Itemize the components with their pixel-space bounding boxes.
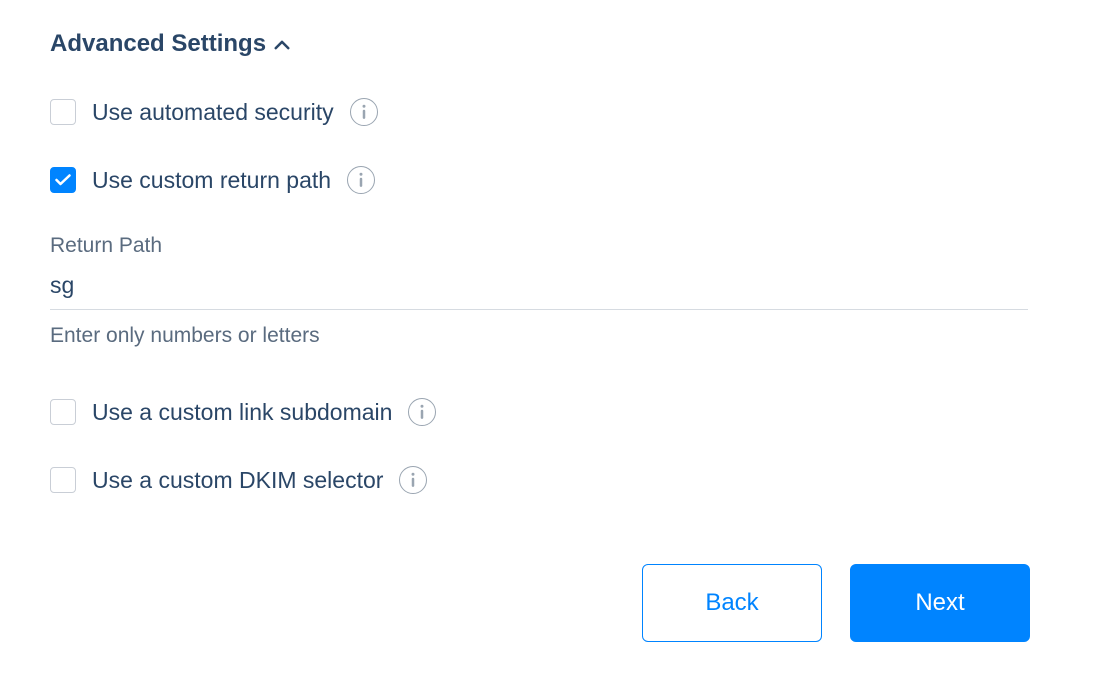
return-path-label: Return Path	[50, 234, 1066, 258]
custom-return-path-label: Use custom return path	[92, 167, 331, 194]
return-path-hint: Enter only numbers or letters	[50, 324, 1066, 348]
return-path-field: Return Path Enter only numbers or letter…	[50, 234, 1066, 348]
advanced-settings-toggle[interactable]: Advanced Settings	[50, 30, 1066, 58]
custom-return-path-checkbox[interactable]	[50, 167, 76, 193]
custom-link-subdomain-checkbox[interactable]	[50, 399, 76, 425]
custom-link-subdomain-label: Use a custom link subdomain	[92, 399, 392, 426]
custom-dkim-selector-label: Use a custom DKIM selector	[92, 467, 383, 494]
button-row: Back Next	[50, 564, 1066, 642]
return-path-input[interactable]	[50, 272, 1028, 299]
custom-dkim-selector-checkbox[interactable]	[50, 467, 76, 493]
section-title: Advanced Settings	[50, 30, 266, 58]
next-button[interactable]: Next	[850, 564, 1030, 642]
info-icon[interactable]	[350, 98, 378, 126]
automated-security-label: Use automated security	[92, 99, 334, 126]
back-button[interactable]: Back	[642, 564, 822, 642]
chevron-up-icon	[274, 40, 290, 50]
automated-security-checkbox[interactable]	[50, 99, 76, 125]
info-icon[interactable]	[347, 166, 375, 194]
info-icon[interactable]	[399, 466, 427, 494]
info-icon[interactable]	[408, 398, 436, 426]
